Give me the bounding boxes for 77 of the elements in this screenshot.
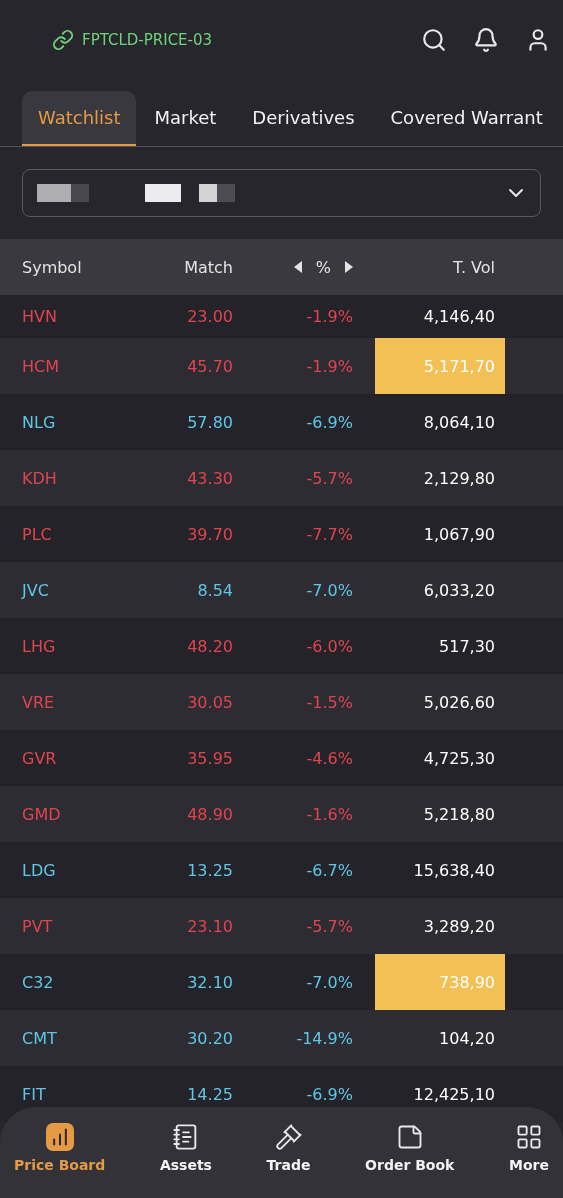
- grid-icon: [515, 1123, 543, 1151]
- nav-item[interactable]: Assets: [153, 1123, 218, 1198]
- volume-cell-text: 15,638,40: [412, 859, 496, 882]
- symbol-cell[interactable]: HVN: [22, 307, 142, 326]
- bell-icon[interactable]: [473, 27, 499, 53]
- price-cell-text: 30.20: [186, 1028, 233, 1048]
- price-cell-text: 32.10: [186, 972, 233, 992]
- volume-cell-text: 3,289,20: [422, 915, 496, 938]
- column-header: Match: [183, 257, 233, 277]
- volume-cell-text: 8,064,10: [422, 411, 496, 434]
- symbol-cell[interactable]: JVC: [22, 580, 142, 600]
- percent-cell-text: -5.7%: [305, 916, 353, 936]
- percent-cell-text: -6.9%: [305, 412, 353, 432]
- volume-cell: 738,90: [375, 954, 505, 1010]
- percent-cell-text: -1.5%: [305, 692, 353, 712]
- nav-item[interactable]: Trade: [260, 1123, 317, 1198]
- volume-cell-text: 2,129,80: [422, 467, 496, 490]
- price-cell-text: 23.00: [186, 307, 233, 326]
- tab[interactable]: Derivatives: [234, 91, 373, 146]
- tab[interactable]: Covered Warrant: [372, 91, 561, 146]
- price-cell-text: 23.10: [186, 916, 233, 936]
- percent-cell-text: -1.9%: [305, 356, 353, 376]
- connection-label: FPTCLD-PRICE-03: [82, 31, 213, 49]
- caret-right-icon[interactable]: [345, 261, 353, 273]
- link-icon: [52, 29, 74, 51]
- percent-cell-text: -1.9%: [305, 307, 353, 326]
- volume-cell-text: 4,725,30: [422, 747, 496, 770]
- volume-cell-text: 104,20: [438, 1027, 496, 1050]
- price-cell-text: 48.20: [186, 636, 233, 656]
- gavel-icon: [274, 1123, 303, 1151]
- nav-item[interactable]: More: [503, 1123, 555, 1198]
- percent-cell-text: -6.0%: [305, 636, 353, 656]
- symbol-cell[interactable]: CMT: [22, 1028, 142, 1048]
- price-cell-text: 14.25: [186, 1084, 233, 1104]
- volume-cell-text: 4,146,40: [422, 306, 496, 328]
- tab[interactable]: Watchlist: [22, 91, 137, 146]
- symbol-cell[interactable]: FIT: [22, 1084, 142, 1104]
- nav-item[interactable]: Price Board: [8, 1123, 112, 1198]
- column-header: Symbol: [22, 257, 83, 277]
- search-icon[interactable]: [421, 27, 447, 53]
- tab[interactable]: Market: [136, 91, 235, 146]
- price-cell-text: 57.80: [186, 412, 233, 432]
- volume-cell: 5,171,70: [375, 338, 505, 394]
- symbol-cell[interactable]: NLG: [22, 412, 142, 432]
- volume-cell-text: 12,425,10: [412, 1083, 496, 1106]
- price-cell-text: 43.30: [186, 468, 233, 488]
- volume-cell-text: 6,033,20: [422, 579, 496, 602]
- caret-left-icon[interactable]: [293, 261, 302, 273]
- volume-cell-text: 517,30: [438, 635, 496, 658]
- percent-cell-text: -6.7%: [305, 860, 353, 880]
- volume-cell-text: 1,067,90: [422, 523, 496, 546]
- column-header: %: [315, 257, 331, 277]
- percent-cell-text: -1.6%: [305, 804, 353, 824]
- price-cell-text: 8.54: [196, 580, 233, 600]
- percent-cell-text: -7.0%: [305, 580, 353, 600]
- price-cell-text: 35.95: [186, 748, 233, 768]
- price-cell-text: 48.90: [186, 804, 233, 824]
- percent-cell-text: -14.9%: [295, 1028, 353, 1048]
- price-cell-text: 45.70: [186, 356, 233, 376]
- percent-cell-text: -7.7%: [305, 524, 353, 544]
- symbol-cell[interactable]: LHG: [22, 636, 142, 656]
- column-header: T. Vol: [452, 257, 496, 277]
- price-cell-text: 30.05: [186, 692, 233, 712]
- percent-cell-text: -5.7%: [305, 468, 353, 488]
- symbol-cell[interactable]: LDG: [22, 860, 142, 880]
- volume-cell-text: 5,218,80: [422, 803, 496, 826]
- percent-cell-text: -7.0%: [305, 972, 353, 992]
- symbol-cell[interactable]: C32: [22, 972, 142, 992]
- symbol-cell[interactable]: GVR: [22, 748, 142, 768]
- nav-item[interactable]: Order Book: [359, 1123, 461, 1198]
- price-cell-text: 39.70: [186, 524, 233, 544]
- volume-cell-text: 5,026,60: [422, 691, 496, 714]
- symbol-cell[interactable]: PLC: [22, 524, 142, 544]
- percent-cell-text: -6.9%: [305, 1084, 353, 1104]
- percent-cell-text: -4.6%: [305, 748, 353, 768]
- price-cell-text: 13.25: [186, 860, 233, 880]
- watchlist-select[interactable]: [22, 169, 541, 217]
